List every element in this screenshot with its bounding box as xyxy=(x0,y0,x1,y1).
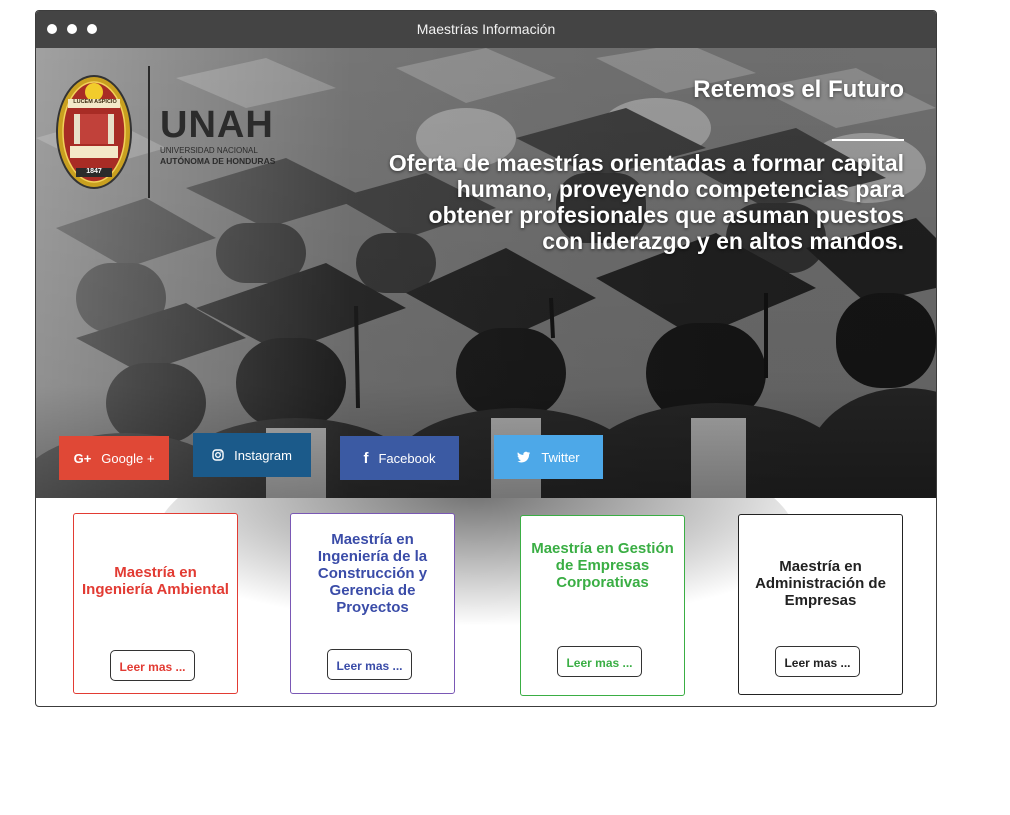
instagram-button[interactable]: Instagram xyxy=(193,433,311,477)
leer-mas-button[interactable]: Leer mas ... xyxy=(775,646,860,677)
card-title: Maestría en Ingeniería de la Construcció… xyxy=(317,531,428,616)
leer-mas-button[interactable]: Leer mas ... xyxy=(557,646,642,677)
brand-subtitle-line1: UNIVERSIDAD NACIONAL xyxy=(160,146,258,155)
window-dot-maximize[interactable] xyxy=(87,24,97,34)
logo-divider xyxy=(148,66,150,198)
hero-description: Oferta de maestrías orientadas a formar … xyxy=(388,150,904,254)
hero-banner: LUCEM ASPICIO 1847 UNAH UNIVERSIDAD NACI… xyxy=(36,48,936,498)
instagram-icon xyxy=(212,449,224,461)
google-plus-label: Google + xyxy=(101,450,155,466)
seal-year: 1847 xyxy=(86,168,102,175)
hero-title: Retemos el Futuro xyxy=(693,76,904,103)
card-title: Maestría en Administración de Empresas xyxy=(755,558,886,609)
card-ingenieria-construccion: Maestría en Ingeniería de la Construcció… xyxy=(290,513,455,694)
card-administracion-empresas: Maestría en Administración de Empresas L… xyxy=(738,514,903,695)
window-dot-minimize[interactable] xyxy=(67,24,77,34)
seal-motto: LUCEM ASPICIO xyxy=(73,99,117,105)
brand-name: UNAH xyxy=(160,104,274,146)
program-cards: Maestría en Ingeniería Ambiental Leer ma… xyxy=(36,498,936,706)
brand-subtitle-line2: AUTÓNOMA DE HONDURAS xyxy=(160,156,276,166)
google-plus-button[interactable]: G+ Google + xyxy=(59,436,169,480)
google-plus-icon: G+ xyxy=(73,450,92,466)
twitter-label: Twitter xyxy=(541,449,580,465)
title-bar: Maestrías Información xyxy=(36,11,936,48)
hero-divider xyxy=(832,139,904,141)
facebook-icon: f xyxy=(363,449,369,467)
twitter-button[interactable]: Twitter xyxy=(494,435,603,479)
card-title: Maestría en Ingeniería Ambiental xyxy=(82,564,229,598)
card-gestion-empresas: Maestría en Gestión de Empresas Corporat… xyxy=(520,515,685,696)
unah-logo: LUCEM ASPICIO 1847 UNAH UNIVERSIDAD NACI… xyxy=(56,64,306,204)
facebook-label: Facebook xyxy=(378,450,436,466)
instagram-label: Instagram xyxy=(234,447,292,463)
leer-mas-button[interactable]: Leer mas ... xyxy=(110,650,195,681)
window-title: Maestrías Información xyxy=(416,21,556,37)
twitter-icon xyxy=(517,451,531,463)
card-ingenieria-ambiental: Maestría en Ingeniería Ambiental Leer ma… xyxy=(73,513,238,694)
facebook-button[interactable]: f Facebook xyxy=(340,436,459,480)
card-title: Maestría en Gestión de Empresas Corporat… xyxy=(531,540,674,591)
browser-window: Maestrías Información LUCEM ASPICIO 1847… xyxy=(35,10,937,707)
window-dot-close[interactable] xyxy=(47,24,57,34)
leer-mas-button[interactable]: Leer mas ... xyxy=(327,649,412,680)
